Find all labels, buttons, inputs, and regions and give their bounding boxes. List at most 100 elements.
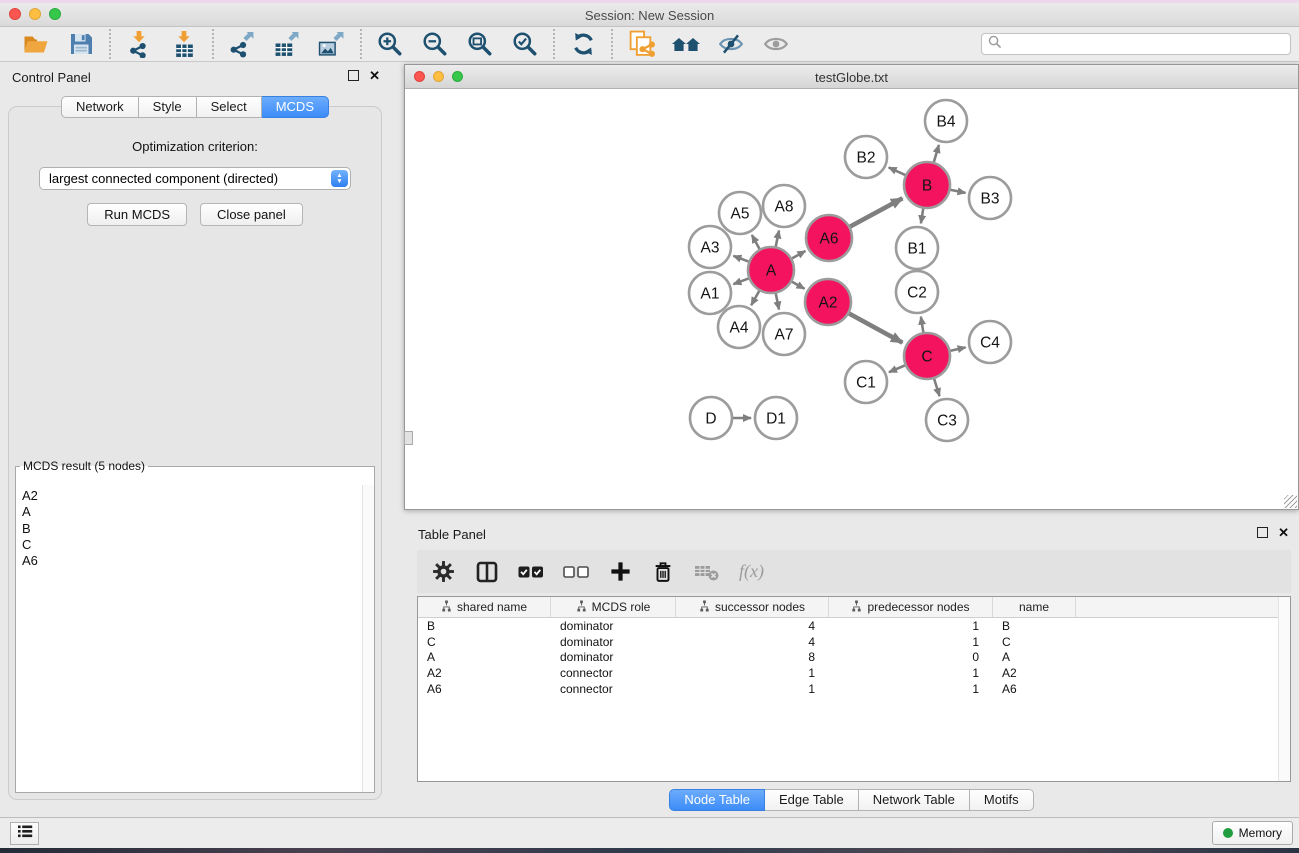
network-window-titlebar[interactable]: testGlobe.txt (405, 65, 1298, 89)
import-network-icon[interactable] (124, 29, 154, 59)
table-cell[interactable]: A (418, 650, 551, 664)
column-header-mcds-role[interactable]: MCDS role (551, 597, 676, 617)
node-A3[interactable]: A3 (689, 226, 731, 268)
deselect-all-icon[interactable] (563, 559, 589, 585)
table-cell[interactable]: A6 (993, 682, 1076, 696)
table-cell[interactable]: dominator (551, 650, 676, 664)
zoom-fit-icon[interactable] (465, 29, 495, 59)
table-cell[interactable]: 1 (676, 682, 829, 696)
table-cell[interactable]: C (993, 635, 1076, 649)
node-B1[interactable]: B1 (896, 227, 938, 269)
node-A7[interactable]: A7 (763, 313, 805, 355)
table-cell[interactable]: connector (551, 666, 676, 680)
table-cell[interactable]: connector (551, 682, 676, 696)
tab-edge-table[interactable]: Edge Table (765, 789, 859, 811)
node-C4[interactable]: C4 (969, 321, 1011, 363)
table-scrollbar[interactable] (1278, 597, 1290, 781)
show-all-icon[interactable] (761, 29, 791, 59)
search-input[interactable] (1006, 36, 1284, 52)
float-icon[interactable] (348, 70, 359, 81)
first-neighbors-icon[interactable] (671, 29, 701, 59)
table-cell[interactable]: 4 (676, 635, 829, 649)
export-network-icon[interactable] (227, 29, 257, 59)
table-cell[interactable]: dominator (551, 635, 676, 649)
result-scrollbar[interactable] (362, 485, 374, 792)
zoom-in-icon[interactable] (375, 29, 405, 59)
select-all-icon[interactable] (518, 559, 544, 585)
delete-row-icon[interactable] (651, 559, 675, 585)
criterion-dropdown[interactable]: largest connected component (directed) ▲… (39, 167, 351, 190)
table-cell[interactable]: A (993, 650, 1076, 664)
node-A6[interactable]: A6 (806, 215, 852, 261)
export-table-icon[interactable] (272, 29, 302, 59)
table-cell[interactable]: dominator (551, 619, 676, 633)
add-row-icon[interactable] (608, 559, 632, 585)
node-A[interactable]: A (748, 247, 794, 293)
node-B[interactable]: B (904, 162, 950, 208)
refresh-icon[interactable] (568, 29, 598, 59)
run-mcds-button[interactable]: Run MCDS (87, 203, 187, 226)
node-A4[interactable]: A4 (718, 306, 760, 348)
table-row[interactable]: A2connector11A2 (418, 665, 1290, 681)
table-cell[interactable]: 8 (676, 650, 829, 664)
column-header-name[interactable]: name (993, 597, 1076, 617)
node-A5[interactable]: A5 (719, 192, 761, 234)
result-item[interactable]: B (22, 521, 373, 537)
network-from-selection-icon[interactable] (626, 29, 656, 59)
memory-button[interactable]: Memory (1212, 821, 1293, 845)
import-table-icon[interactable] (169, 29, 199, 59)
column-header-shared-name[interactable]: shared name (418, 597, 551, 617)
mcds-result-list[interactable]: A2ABCA6 (17, 485, 373, 791)
table-cell[interactable]: C (418, 635, 551, 649)
node-D1[interactable]: D1 (755, 397, 797, 439)
column-layout-icon[interactable] (475, 559, 499, 585)
tab-select[interactable]: Select (197, 96, 262, 118)
float-icon[interactable] (1257, 527, 1268, 538)
table-cell[interactable]: 1 (676, 666, 829, 680)
task-history-button[interactable] (10, 822, 39, 845)
node-A2[interactable]: A2 (805, 279, 851, 325)
zoom-selected-icon[interactable] (510, 29, 540, 59)
main-titlebar[interactable]: Session: New Session (0, 0, 1299, 27)
node-C[interactable]: C (904, 333, 950, 379)
table-cell[interactable]: 1 (829, 666, 993, 680)
tab-network-table[interactable]: Network Table (859, 789, 970, 811)
table-cell[interactable]: 0 (829, 650, 993, 664)
node-A1[interactable]: A1 (689, 272, 731, 314)
tab-node-table[interactable]: Node Table (669, 789, 765, 811)
hide-selected-icon[interactable] (716, 29, 746, 59)
export-image-icon[interactable] (317, 29, 347, 59)
network-graph[interactable]: AA1A2A3A4A5A6A7A8BB1B2B3B4CC1C2C3C4DD1 (405, 89, 1298, 509)
node-C1[interactable]: C1 (845, 361, 887, 403)
settings-gear-icon[interactable] (431, 559, 456, 585)
table-cell[interactable]: A2 (418, 666, 551, 680)
table-cell[interactable]: B (418, 619, 551, 633)
tab-style[interactable]: Style (139, 96, 197, 118)
open-session-icon[interactable] (21, 29, 51, 59)
resize-grip-icon[interactable] (1284, 495, 1297, 508)
node-A8[interactable]: A8 (763, 185, 805, 227)
table-cell[interactable]: 1 (829, 682, 993, 696)
table-cell[interactable]: B (993, 619, 1076, 633)
zoom-out-icon[interactable] (420, 29, 450, 59)
table-row[interactable]: Adominator80A (418, 649, 1290, 665)
resize-notch-left[interactable] (404, 431, 413, 445)
close-icon[interactable]: ✕ (369, 70, 380, 81)
close-icon[interactable]: ✕ (1278, 527, 1289, 538)
result-item[interactable]: A (22, 504, 373, 520)
tab-network[interactable]: Network (61, 96, 139, 118)
table-cell[interactable]: 1 (829, 619, 993, 633)
node-D[interactable]: D (690, 397, 732, 439)
table-row[interactable]: Cdominator41C (418, 634, 1290, 650)
node-C3[interactable]: C3 (926, 399, 968, 441)
column-header-predecessor-nodes[interactable]: predecessor nodes (829, 597, 993, 617)
result-item[interactable]: A2 (22, 488, 373, 504)
search-box[interactable] (981, 33, 1291, 55)
tab-motifs[interactable]: Motifs (970, 789, 1034, 811)
node-B3[interactable]: B3 (969, 177, 1011, 219)
close-panel-button[interactable]: Close panel (200, 203, 303, 226)
table-row[interactable]: Bdominator41B (418, 618, 1290, 634)
table-cell[interactable]: A6 (418, 682, 551, 696)
table-cell[interactable]: 4 (676, 619, 829, 633)
result-item[interactable]: C (22, 537, 373, 553)
